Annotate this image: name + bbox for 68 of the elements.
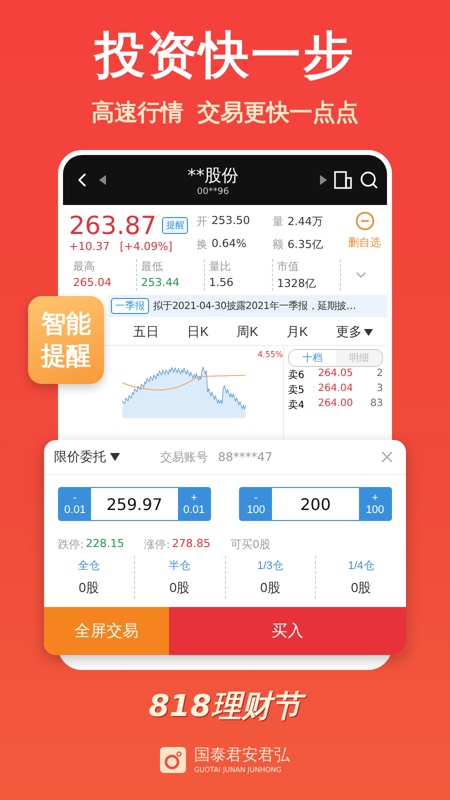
account-label: 交易账号 — [160, 448, 208, 466]
order-price: 264.00 — [317, 398, 354, 411]
order-side: 卖5 — [288, 384, 306, 397]
search-icon[interactable] — [359, 170, 379, 190]
report-tag: 一季报 — [111, 298, 149, 314]
notice-text: 拟于2021-04-30披露2021年一季报，延期披… — [153, 300, 356, 313]
smart-alert-badge: 智能提醒 — [28, 296, 104, 384]
chart-tab[interactable]: 更多 — [336, 323, 373, 341]
metric-label: 最高 — [73, 259, 96, 274]
stat-label: 开 — [196, 214, 208, 230]
metric-label: 量比 — [209, 259, 232, 274]
caret-icon — [110, 453, 120, 461]
chart-tab[interactable]: 五日 — [132, 323, 159, 341]
limit-value: 228.15 — [86, 537, 124, 552]
stepper-value: 200 — [299, 494, 332, 516]
subheadline: 交易更快一点点 — [198, 99, 358, 128]
position-option[interactable]: 半仓 0股 — [134, 556, 226, 599]
stock-code: 00**96 — [197, 186, 229, 196]
buy-button[interactable]: 买入 — [169, 607, 406, 655]
order-price: 264.04 — [317, 383, 354, 396]
stat-value: 6.35亿 — [287, 236, 323, 252]
stat-label: 换 — [196, 236, 208, 252]
metric-value: 1.56 — [209, 276, 234, 289]
metric-value: 253.44 — [141, 276, 180, 289]
stat-value: 2.44万 — [287, 214, 323, 230]
caret-icon — [364, 328, 373, 336]
stat-label: 额 — [272, 236, 284, 252]
brand-name: 国泰君安君弘 — [194, 745, 290, 766]
stat-value: 253.50 — [211, 214, 250, 229]
account-number: 88****47 — [218, 450, 273, 464]
position-option[interactable]: 1/3仓 0股 — [226, 556, 316, 599]
metric-value: 1328亿 — [277, 276, 317, 291]
position-option[interactable]: 全仓 0股 — [44, 556, 135, 599]
chart-tab[interactable]: 周K — [236, 323, 258, 341]
order-price: 264.05 — [317, 368, 354, 381]
stock-name: **股份 — [188, 164, 238, 186]
order-volume: 2 — [376, 368, 383, 381]
minus-circle-icon — [354, 211, 374, 231]
limit-value: 278.85 — [172, 537, 210, 552]
position-option[interactable]: 1/4仓 0股 — [316, 556, 406, 599]
chart-tab[interactable]: 月K — [286, 323, 308, 341]
limit-label: 涨停: — [144, 537, 170, 552]
headline: 投资快一步 — [95, 25, 355, 86]
limit-label: 跌停: — [58, 537, 84, 552]
previous-icon[interactable] — [99, 175, 106, 185]
subheadline: 高速行情 — [92, 99, 184, 128]
order-type-dropdown[interactable]: 限价委托 — [54, 448, 120, 466]
stat-value: 0.64% — [211, 236, 246, 252]
stock-price: 263.87 — [69, 211, 156, 240]
price-change: +10.37 — [69, 240, 110, 253]
metric-label: 市值 — [277, 259, 300, 274]
metric-label: 最低 — [141, 259, 164, 274]
change-label: 4.55% — [258, 350, 283, 359]
order-side: 卖4 — [288, 398, 306, 412]
price-change-percent: [+4.09%] — [120, 240, 172, 253]
notice-bar[interactable]: 一季报 拟于2021-04-30披露2021年一季报，延期披… — [109, 295, 387, 317]
stepper-value: 259.97 — [106, 494, 164, 516]
document-icon[interactable] — [333, 170, 353, 190]
stat-label: 量 — [272, 214, 284, 230]
brand-logo-icon — [160, 746, 186, 772]
order-volume: 83 — [369, 398, 383, 411]
festival-logo: 818理财节 — [138, 682, 312, 731]
metric-value: 265.04 — [73, 276, 112, 289]
order-volume: 3 — [376, 383, 383, 396]
chart-tab[interactable]: 日K — [186, 323, 209, 341]
buyable-amount: 可买0股 — [230, 537, 270, 552]
order-side: 卖6 — [288, 368, 306, 382]
next-icon[interactable] — [320, 175, 327, 185]
